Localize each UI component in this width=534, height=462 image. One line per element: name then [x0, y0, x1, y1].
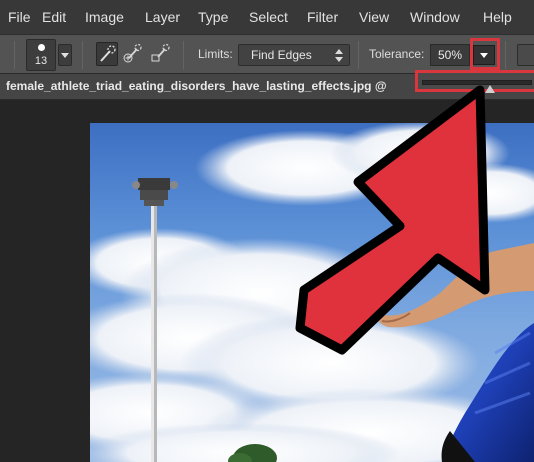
pointer-arrow-icon	[295, 85, 490, 355]
